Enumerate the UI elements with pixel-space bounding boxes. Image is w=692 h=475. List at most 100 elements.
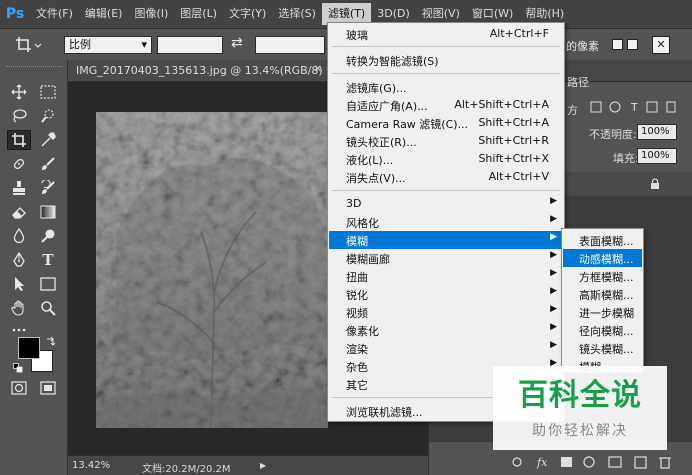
- filter-blur-gallery[interactable]: 模糊画廊 ▶: [329, 249, 563, 267]
- gradient-tool-icon[interactable]: [36, 202, 60, 222]
- status-bar: 13.42% 文档:20.2M/20.2M ▶: [68, 455, 428, 475]
- opacity-label: 不透明度:: [589, 128, 637, 141]
- menu-select[interactable]: 选择(S): [272, 3, 322, 25]
- submenu-arrow-icon: ▶: [550, 250, 557, 260]
- default-colors-icon[interactable]: [13, 363, 23, 373]
- swap-colors-icon[interactable]: [46, 336, 56, 346]
- filter-stylize[interactable]: 风格化 ▶: [329, 213, 563, 231]
- filter-vanishing-point[interactable]: 消失点(V)... Alt+Ctrl+V: [329, 168, 563, 186]
- filter-blur[interactable]: 模糊 ▶: [329, 231, 563, 249]
- document-tab-title: IMG_20170403_135613.jpg @ 13.4%(RGB/8) *: [76, 64, 332, 77]
- brush-tool-icon[interactable]: [36, 154, 60, 174]
- ratio-select-value: 比例: [69, 38, 91, 51]
- blur-radial[interactable]: 径向模糊...: [563, 321, 642, 339]
- quick-select-tool-icon[interactable]: [36, 106, 60, 126]
- eyedropper-tool-icon[interactable]: [36, 130, 60, 150]
- blur-lens[interactable]: 镜头模糊...: [563, 339, 642, 357]
- height-input[interactable]: [255, 36, 325, 54]
- document-tab-close-icon[interactable]: ✕: [314, 64, 322, 75]
- blur-more[interactable]: 进一步模糊: [563, 303, 642, 321]
- menu-type[interactable]: 文字(Y): [223, 3, 272, 25]
- watermark-title: 百科全说: [518, 378, 642, 413]
- watermark-overlay: 百科全说 助你轻松解决: [493, 366, 667, 450]
- fill-label: 填充:: [613, 152, 639, 165]
- status-menu-arrow[interactable]: ▶: [260, 461, 266, 470]
- hand-tool-icon[interactable]: [7, 298, 31, 318]
- filter-convert-smart[interactable]: 转换为智能滤镜(S): [329, 51, 563, 69]
- layer-kind-label: 方: [567, 104, 578, 117]
- menu-file[interactable]: 文件(F): [30, 3, 79, 25]
- menu-layer[interactable]: 图层(L): [174, 3, 223, 25]
- filter-3d[interactable]: 3D ▶: [329, 195, 563, 213]
- marquee-tool-icon[interactable]: [36, 82, 60, 102]
- swap-icon[interactable]: ⇄: [231, 35, 243, 51]
- paths-tab[interactable]: 路径: [567, 74, 589, 90]
- filter-icons-row: T: [589, 100, 689, 114]
- history-brush-tool-icon[interactable]: [36, 178, 60, 198]
- blur-box[interactable]: 方框模糊...: [563, 267, 642, 285]
- ratio-select[interactable]: 比例 ▾: [64, 36, 152, 54]
- submenu-arrow-icon: ▶: [550, 214, 557, 224]
- zoom-tool-icon[interactable]: [36, 298, 60, 318]
- screen-mode-icon[interactable]: [36, 378, 60, 398]
- document-tab[interactable]: IMG_20170403_135613.jpg @ 13.4%(RGB/8) *…: [68, 60, 332, 82]
- watermark-subtitle: 助你轻松解决: [532, 423, 628, 439]
- submenu-arrow-icon: ▶: [550, 322, 557, 332]
- lasso-tool-icon[interactable]: [7, 106, 31, 126]
- svg-text:fx: fx: [536, 456, 548, 469]
- healing-brush-tool-icon[interactable]: [7, 154, 31, 174]
- crop-tool-icon[interactable]: [7, 130, 31, 150]
- type-tool-icon[interactable]: T: [36, 250, 60, 270]
- filter-adaptive-wide-angle[interactable]: 自适应广角(A)... Alt+Shift+Ctrl+A: [329, 96, 563, 114]
- close-options-button[interactable]: ✕: [652, 36, 670, 54]
- quick-mask-icon[interactable]: [7, 378, 31, 398]
- ratio-select-arrow: ▾: [141, 38, 147, 51]
- filter-sharpen[interactable]: 锐化 ▶: [329, 285, 563, 303]
- document-image[interactable]: [96, 112, 328, 428]
- filter-liquify[interactable]: 液化(L)... Shift+Ctrl+X: [329, 150, 563, 168]
- eraser-tool-icon[interactable]: [7, 202, 31, 222]
- submenu-arrow-icon: ▶: [550, 232, 557, 242]
- menu-edit[interactable]: 编辑(E): [79, 3, 129, 25]
- menu-separator: [332, 190, 560, 191]
- fill-input[interactable]: 100%: [637, 148, 677, 164]
- delete-cropped-checkbox[interactable]: [627, 39, 638, 50]
- menu-separator: [332, 73, 560, 74]
- blur-gaussian[interactable]: 高斯模糊...: [563, 285, 642, 303]
- blur-tool-icon[interactable]: [7, 226, 31, 246]
- filter-render[interactable]: 渲染 ▶: [329, 339, 563, 357]
- submenu-arrow-icon: ▶: [550, 268, 557, 278]
- blur-motion[interactable]: 动感模糊...: [563, 249, 642, 267]
- submenu-arrow-icon: ▶: [550, 340, 557, 350]
- submenu-arrow-icon: ▶: [550, 286, 557, 296]
- filter-video[interactable]: 视频 ▶: [329, 303, 563, 321]
- filter-gallery[interactable]: 滤镜库(G)...: [329, 78, 563, 96]
- opacity-input[interactable]: 100%: [637, 124, 677, 140]
- filter-pixelate[interactable]: 像素化 ▶: [329, 321, 563, 339]
- content-aware-label: 的像素: [566, 40, 599, 53]
- filter-last-glass[interactable]: 玻璃 Alt+Ctrl+F: [329, 25, 563, 43]
- zoom-level[interactable]: 13.42%: [72, 460, 110, 471]
- toolbox-panel: T: [0, 60, 68, 475]
- blur-surface[interactable]: 表面模糊...: [563, 231, 642, 249]
- pen-tool-icon[interactable]: [7, 250, 31, 270]
- filter-distort[interactable]: 扭曲 ▶: [329, 267, 563, 285]
- clone-stamp-tool-icon[interactable]: [7, 178, 31, 198]
- path-selection-tool-icon[interactable]: [7, 274, 31, 294]
- content-aware-checkbox[interactable]: [612, 39, 623, 50]
- filter-lens-correction[interactable]: 镜头校正(R)... Shift+Ctrl+R: [329, 132, 563, 150]
- lock-icon: [649, 178, 661, 190]
- dodge-tool-icon[interactable]: [36, 226, 60, 246]
- photoshop-logo[interactable]: Ps: [0, 0, 30, 28]
- menu-image[interactable]: 图像(I): [128, 3, 174, 25]
- crop-tool-preset-icon[interactable]: [14, 35, 42, 55]
- rectangle-tool-icon[interactable]: [36, 274, 60, 294]
- filter-camera-raw[interactable]: Camera Raw 滤镜(C)... Shift+Ctrl+A: [329, 114, 563, 132]
- move-tool-icon[interactable]: [7, 82, 31, 102]
- foreground-color-swatch[interactable]: [18, 337, 40, 359]
- menu-separator: [332, 46, 560, 47]
- toolbox-grip: [6, 66, 62, 70]
- width-input[interactable]: [157, 36, 223, 54]
- blur-submenu: 表面模糊... 动感模糊... 方框模糊... 高斯模糊... 进一步模糊 径向…: [561, 228, 644, 374]
- filter-menu-dropdown: 玻璃 Alt+Ctrl+F 转换为智能滤镜(S) 滤镜库(G)... 自适应广角(…: [327, 22, 565, 422]
